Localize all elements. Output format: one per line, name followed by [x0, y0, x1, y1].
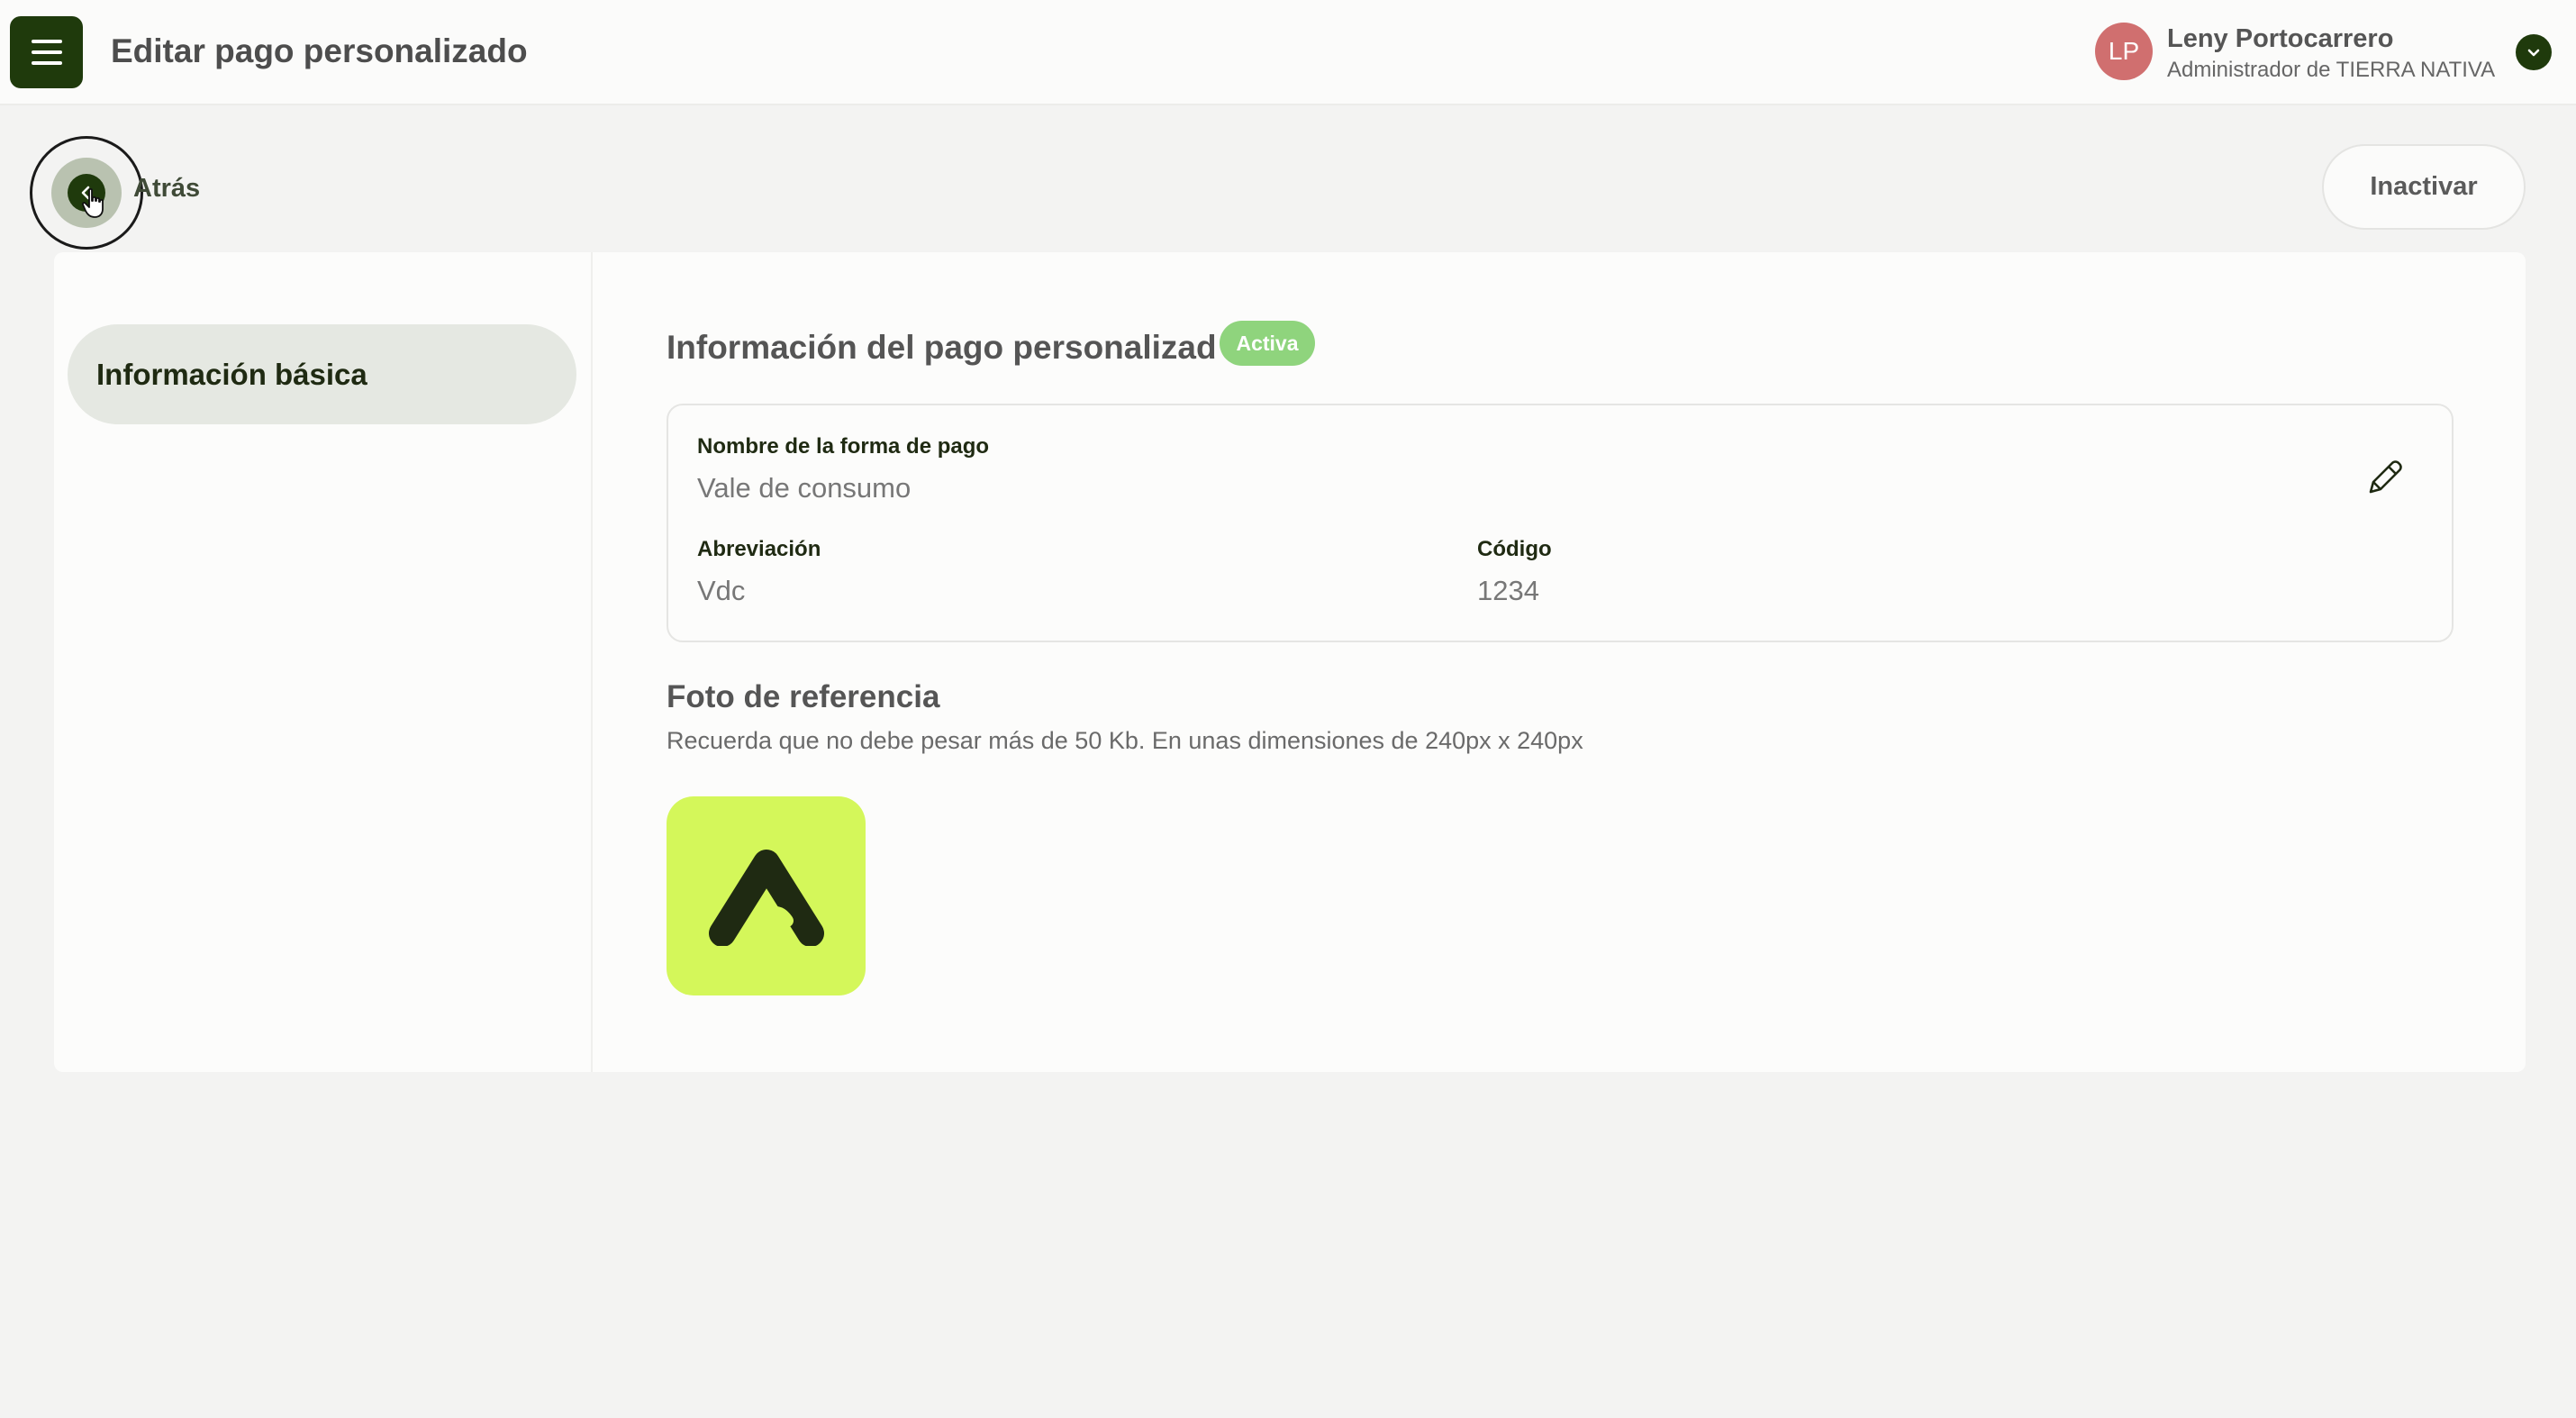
section-title: Información del pago personalizad	[667, 329, 1217, 366]
user-menu-button[interactable]	[2516, 34, 2552, 70]
avatar[interactable]: LP	[2095, 23, 2153, 80]
status-badge: Activa	[1220, 321, 1315, 366]
pencil-icon	[2369, 460, 2402, 494]
user-role: Administrador de TIERRA NATIVA	[2167, 58, 2496, 82]
payment-name-label: Nombre de la forma de pago	[697, 434, 990, 459]
back-label[interactable]: Atrás	[133, 174, 200, 204]
chevron-down-icon	[2527, 49, 2540, 57]
user-name: Leny Portocarrero	[2167, 24, 2394, 53]
hand-cursor-icon	[82, 187, 104, 218]
brand-logo-icon	[708, 849, 824, 946]
hamburger-icon	[31, 40, 62, 43]
payment-name-value: Vale de consumo	[697, 472, 912, 504]
divider	[591, 252, 593, 1072]
reference-photo	[667, 796, 866, 995]
edit-button[interactable]	[2360, 452, 2410, 503]
payment-info-box: Nombre de la forma de pago Vale de consu…	[667, 404, 2454, 642]
page-title: Editar pago personalizado	[111, 32, 528, 69]
photo-hint: Recuerda que no debe pesar más de 50 Kb.…	[667, 727, 1583, 754]
inactivate-button[interactable]: Inactivar	[2322, 144, 2526, 230]
code-label: Código	[1477, 537, 1552, 561]
abbreviation-value: Vdc	[697, 575, 746, 606]
abbreviation-label: Abreviación	[697, 537, 821, 561]
payment-card: Información básica Información del pago …	[54, 252, 2526, 1072]
photo-section-title: Foto de referencia	[667, 679, 940, 714]
back-button[interactable]	[30, 136, 143, 250]
code-value: 1234	[1477, 575, 1539, 606]
sidebar-item-informacion-basica[interactable]: Información básica	[68, 324, 576, 424]
top-header: Editar pago personalizado LP Leny Portoc…	[0, 0, 2576, 105]
hamburger-menu-button[interactable]	[10, 16, 83, 88]
